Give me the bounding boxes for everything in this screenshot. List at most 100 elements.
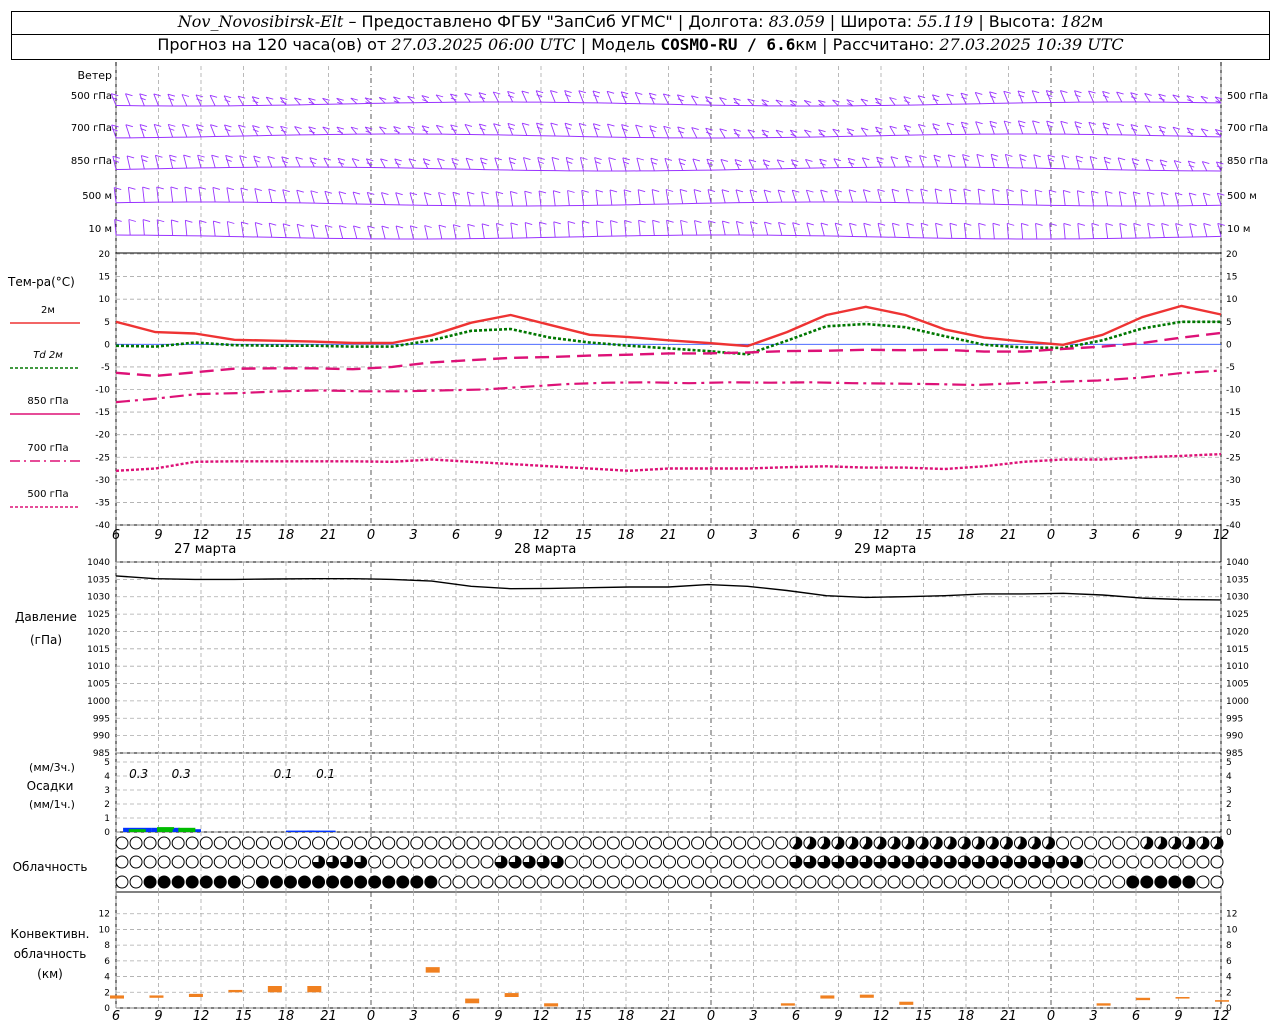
wind-barb	[652, 220, 655, 236]
wind-barb	[467, 224, 471, 239]
wind-barb	[1105, 223, 1109, 239]
wind-barb	[1104, 191, 1109, 206]
wind-barb-feather	[467, 223, 475, 227]
wind-barb-feather	[906, 222, 914, 226]
wind-barb	[693, 189, 698, 204]
cloud-cover-symbol	[915, 875, 929, 889]
time-tick-label: 3	[749, 528, 757, 543]
convective-bar	[1096, 1003, 1111, 1006]
time-tick-label-bottom: 21	[1000, 1009, 1017, 1024]
wind-barb	[366, 192, 372, 205]
pressure-ytick-left: 1020	[87, 627, 110, 637]
wind-barb-feather	[763, 189, 772, 193]
wind-barb-feather	[142, 219, 151, 223]
cloud-cover-symbol	[199, 875, 213, 889]
wind-barb	[409, 225, 414, 240]
wind-barb	[974, 92, 981, 104]
wind-barb	[635, 124, 641, 138]
convective-ytick-left: 12	[99, 910, 110, 920]
wind-barb	[694, 220, 698, 236]
cloud-cover-symbol	[424, 875, 438, 889]
cloud-cover-symbol	[213, 875, 227, 889]
wind-barb-feather	[139, 124, 148, 127]
wind-barb-feather	[254, 188, 262, 191]
wind-barb-feather	[978, 188, 986, 192]
wind-barb	[1202, 193, 1208, 206]
cloud-cover-symbol	[410, 855, 424, 869]
wind-barb-feather	[154, 123, 162, 127]
wind-barb-feather	[820, 222, 829, 226]
wind-barb-feather	[283, 223, 291, 227]
cloud-cover-symbol	[508, 875, 522, 889]
cloud-cover-symbol	[648, 855, 662, 869]
time-tick-label-bottom: 12	[1213, 1009, 1230, 1024]
time-tick-label: 6	[112, 528, 120, 543]
pressure-ytick-left: 1000	[87, 697, 110, 707]
cloudiness-panel: Облачность	[13, 836, 1224, 889]
pressure-ytick-right: 1005	[1226, 680, 1249, 690]
wind-barb-feather	[579, 122, 587, 126]
convective-bar	[1175, 997, 1190, 999]
cloud-cover-symbol	[283, 836, 297, 850]
precip-amount-label: 0.1	[274, 767, 293, 781]
precip-amount-label: 0.3	[172, 767, 191, 781]
convective-ytick-left: 4	[104, 973, 110, 983]
cloud-cover-symbol	[663, 836, 676, 850]
wind-barb	[862, 189, 868, 203]
cloud-cover-symbol	[789, 875, 803, 889]
convective-title-1: Конвективн.	[11, 927, 90, 941]
convective-bar	[149, 995, 164, 998]
wind-barb	[663, 126, 669, 138]
pressure-ytick-right: 1020	[1226, 627, 1249, 637]
wind-barb-feather	[1020, 189, 1029, 193]
wind-barb	[735, 221, 740, 236]
wind-barb-feather	[1119, 222, 1127, 226]
wind-barb	[1003, 91, 1009, 104]
cloud-cover-symbol	[691, 855, 705, 869]
cloud-cover-symbol	[578, 855, 592, 869]
cloud-cover-symbol	[1070, 875, 1084, 889]
wind-barb	[324, 191, 329, 204]
wind-barb-feather	[338, 191, 347, 195]
wind-barb	[992, 223, 995, 239]
wind-barb-feather	[141, 155, 149, 159]
wind-barb-feather	[269, 222, 277, 226]
wind-barb-feather	[650, 157, 659, 161]
time-tick-label-bottom: 6	[792, 1009, 800, 1024]
time-tick-label-bottom: 0	[707, 1009, 715, 1024]
wind-barb	[949, 188, 953, 204]
wind-barb-feather	[948, 154, 956, 158]
wind-barb	[680, 220, 684, 236]
wind-barb	[636, 157, 641, 172]
wind-barb-feather	[792, 189, 800, 193]
wind-barb	[946, 122, 953, 135]
wind-barb	[637, 189, 641, 205]
wind-barb	[267, 156, 273, 168]
wind-barb-feather	[609, 189, 618, 193]
wind-barb-feather	[989, 95, 996, 99]
convective-bar	[544, 1003, 559, 1007]
wind-barb	[607, 123, 613, 138]
wind-barb	[142, 219, 145, 236]
wind-level-label-right: 10 м	[1227, 224, 1250, 235]
wind-barb	[1061, 155, 1066, 169]
temp-ytick-right: -30	[1226, 476, 1241, 486]
temp-ytick-right: 15	[1226, 273, 1237, 283]
time-tick-label-bottom: 15	[915, 1009, 932, 1024]
cloud-cover-symbol	[283, 855, 297, 869]
wind-level-label: 850 гПа	[71, 156, 112, 167]
wind-barb	[550, 122, 556, 137]
wind-barb	[564, 123, 570, 137]
wind-barb-feather	[1161, 192, 1169, 195]
cloud-cover-symbol	[213, 855, 227, 869]
wind-barb	[253, 155, 259, 168]
wind-barb	[1004, 154, 1009, 168]
convective-bar	[899, 1001, 914, 1005]
convective-bar	[188, 993, 203, 997]
cloud-cover-symbol	[452, 836, 466, 850]
wind-barb	[338, 225, 344, 239]
cloud-cover-symbol	[171, 875, 185, 889]
wind-barb	[1089, 156, 1094, 170]
cloud-cover-symbol	[648, 875, 662, 889]
convective-ytick-right: 4	[1226, 973, 1232, 983]
